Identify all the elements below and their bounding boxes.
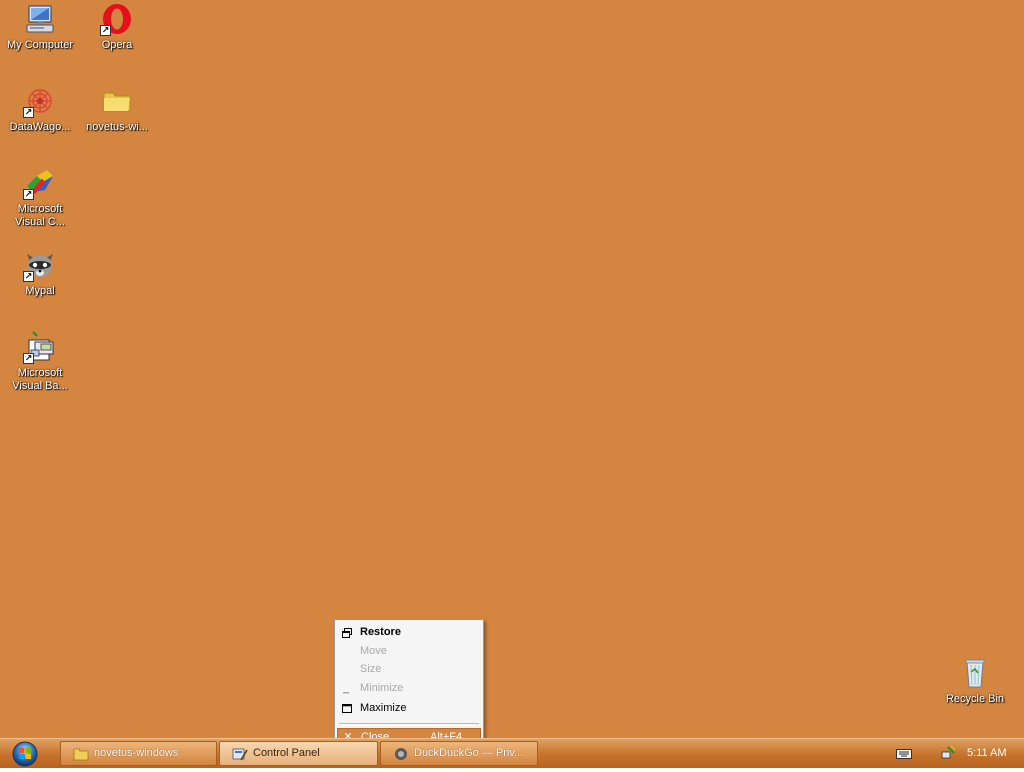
desktop-icon-opera[interactable]: ↗ Opera <box>77 2 157 52</box>
keyboard-icon[interactable] <box>896 747 912 765</box>
shortcut-arrow-icon: ↗ <box>23 353 34 364</box>
shortcut-arrow-icon: ↗ <box>23 189 34 200</box>
opera-icon: ↗ <box>100 2 134 36</box>
mypal-icon: ↗ <box>23 248 57 282</box>
menu-item-label: Size <box>360 663 382 675</box>
shortcut-arrow-icon: ↗ <box>23 271 34 282</box>
taskbar-button-control-panel[interactable]: Control Panel <box>219 741 378 766</box>
taskbar-button-label: novetus-windows <box>94 747 179 759</box>
desktop-icon-datawagon[interactable]: ↗ DataWago... <box>0 84 80 134</box>
desktop: My Computer ↗ Opera ↗ DataWago... novetu… <box>0 0 1024 750</box>
desktop-icon-label: My Computer <box>6 39 74 51</box>
start-button[interactable] <box>6 740 44 767</box>
desktop-icon-my-computer[interactable]: My Computer <box>0 2 80 52</box>
visual-basic-icon: ↗ <box>23 330 57 364</box>
desktop-icon-recycle-bin[interactable]: Recycle Bin <box>935 656 1015 706</box>
desktop-icon-label: Mypal <box>25 285 55 297</box>
restore-icon <box>340 623 354 642</box>
datawagon-icon: ↗ <box>23 84 57 118</box>
desktop-icon-label: Recycle Bin <box>945 693 1005 705</box>
browser-icon <box>393 747 409 761</box>
shortcut-arrow-icon: ↗ <box>23 107 34 118</box>
taskbar: novetus-windows Control Panel DuckDuckGo… <box>0 738 1024 768</box>
menu-separator <box>339 723 479 725</box>
recycle-bin-icon <box>958 656 992 690</box>
window-context-menu: Restore Move Size Minimize Maximize ✕ Cl… <box>334 619 484 750</box>
taskbar-button-duckduckgo[interactable]: DuckDuckGo — Priv... <box>380 741 538 766</box>
menu-item-label: Restore <box>360 626 401 638</box>
network-icon[interactable] <box>941 745 957 766</box>
desktop-icon-novetus-folder[interactable]: novetus-wi... <box>77 84 157 134</box>
desktop-icon-label: Microsoft Visual Ba... <box>12 367 68 392</box>
folder-icon <box>100 84 134 118</box>
desktop-icon-label: novetus-wi... <box>86 121 148 133</box>
clock[interactable]: 5:11 AM <box>967 739 1007 768</box>
desktop-icon-label: DataWago... <box>9 121 71 133</box>
menu-item-label: Maximize <box>360 702 407 714</box>
my-computer-icon <box>23 2 57 36</box>
desktop-icon-visual-c[interactable]: ↗ Microsoft Visual C... <box>0 166 80 229</box>
menu-item-label: Move <box>360 645 387 657</box>
menu-item-size[interactable]: Size <box>337 660 481 679</box>
menu-item-move[interactable]: Move <box>337 642 481 661</box>
control-panel-icon <box>232 747 248 761</box>
desktop-icon-label: Microsoft Visual C... <box>15 203 65 228</box>
menu-item-restore[interactable]: Restore <box>337 623 481 642</box>
maximize-icon <box>340 699 354 718</box>
minimize-icon <box>340 679 354 698</box>
desktop-icon-label: Opera <box>101 39 133 51</box>
menu-item-label: Minimize <box>360 682 404 694</box>
menu-item-minimize[interactable]: Minimize <box>337 679 481 698</box>
visual-c-icon: ↗ <box>23 166 57 200</box>
folder-icon <box>73 747 89 761</box>
shortcut-arrow-icon: ↗ <box>100 25 111 36</box>
windows-orb-icon <box>12 741 38 767</box>
system-tray: 5:11 AM <box>884 739 1024 768</box>
desktop-icon-visual-basic[interactable]: ↗ Microsoft Visual Ba... <box>0 330 80 393</box>
menu-item-maximize[interactable]: Maximize <box>337 699 481 718</box>
taskbar-button-label: Control Panel <box>253 747 320 759</box>
desktop-icon-mypal[interactable]: ↗ Mypal <box>0 248 80 298</box>
taskbar-button-label: DuckDuckGo — Priv... <box>414 747 524 759</box>
taskbar-button-novetus-windows[interactable]: novetus-windows <box>60 741 217 766</box>
